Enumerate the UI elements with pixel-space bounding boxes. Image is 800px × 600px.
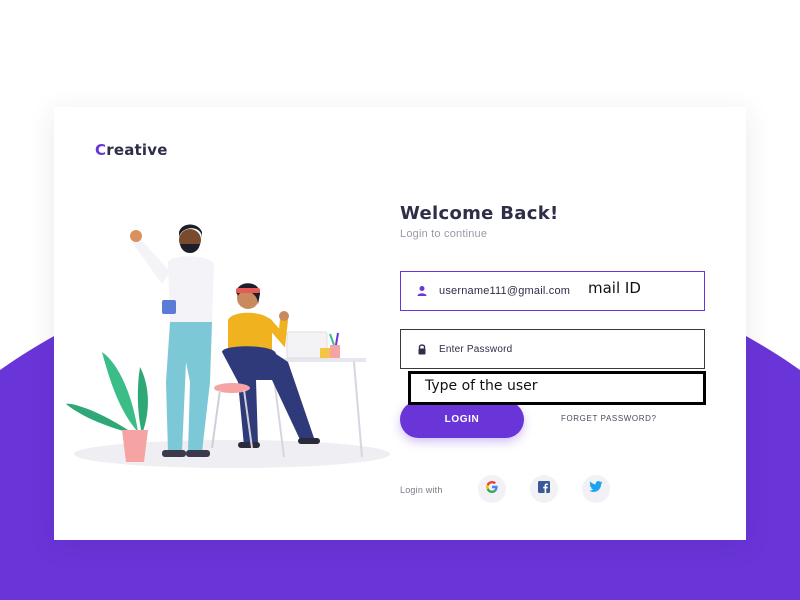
twitter-login-button[interactable] [582,475,610,503]
mail-id-annotation: mail ID [588,279,641,297]
forgot-password-link[interactable]: FORGET PASSWORD? [561,414,657,423]
google-icon [485,480,499,499]
brand-name-rest: reative [106,141,168,159]
login-subtitle: Login to continue [400,228,488,240]
people-at-desk-illustration [66,224,390,468]
facebook-login-button[interactable] [530,475,558,503]
user-type-annotation-box: Type of the user [408,371,706,405]
brand-logo: Creative [95,141,168,159]
facebook-icon [538,480,550,498]
welcome-title: Welcome Back! [400,203,559,224]
password-placeholder[interactable]: Enter Password [439,344,512,355]
email-field[interactable]: username111@gmail.com [400,271,705,311]
email-value[interactable]: username111@gmail.com [439,285,570,297]
login-button[interactable]: LOGIN [400,401,524,438]
brand-initial: C [95,141,107,159]
user-icon [415,284,429,298]
login-card: Creative Welcome Back! Login to continue… [54,107,746,540]
lock-icon [415,342,429,356]
twitter-icon [589,480,603,498]
password-field[interactable]: Enter Password [400,329,705,369]
user-type-annotation-text: Type of the user [425,378,538,394]
google-login-button[interactable] [478,475,506,503]
login-with-label: Login with [400,485,443,495]
